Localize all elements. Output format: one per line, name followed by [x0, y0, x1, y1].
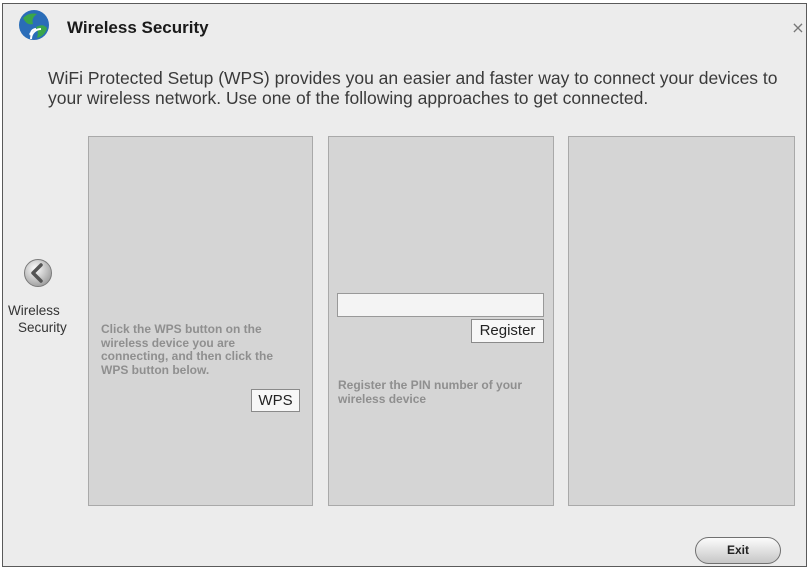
close-button[interactable]: ×	[790, 16, 806, 40]
intro-text: WiFi Protected Setup (WPS) provides you …	[48, 68, 778, 108]
back-nav-label: Wireless Security	[3, 302, 87, 336]
dialog-title: Wireless Security	[67, 18, 209, 37]
wireless-globe-icon	[19, 10, 49, 40]
wireless-security-dialog: Wireless Security × WiFi Protected Setup…	[2, 3, 807, 567]
chevron-left-icon	[24, 259, 52, 287]
title-bar: Wireless Security ×	[3, 4, 806, 48]
wps-button-panel: Click the WPS button on the wireless dev…	[88, 136, 313, 506]
empty-panel	[568, 136, 795, 506]
back-nav-label-line2: Security	[18, 320, 67, 335]
back-nav-label-line1: Wireless	[8, 303, 60, 318]
register-button[interactable]: Register	[471, 319, 544, 343]
pin-register-panel: Register Register the PIN number of your…	[328, 136, 554, 506]
pin-instructions: Register the PIN number of your wireless…	[338, 378, 523, 406]
wps-instructions: Click the WPS button on the wireless dev…	[101, 322, 274, 377]
pin-input[interactable]	[337, 293, 544, 317]
back-to-wireless-security-button[interactable]: Wireless Security	[3, 258, 89, 348]
wps-button[interactable]: WPS	[251, 389, 300, 412]
exit-button[interactable]: Exit	[695, 537, 781, 564]
